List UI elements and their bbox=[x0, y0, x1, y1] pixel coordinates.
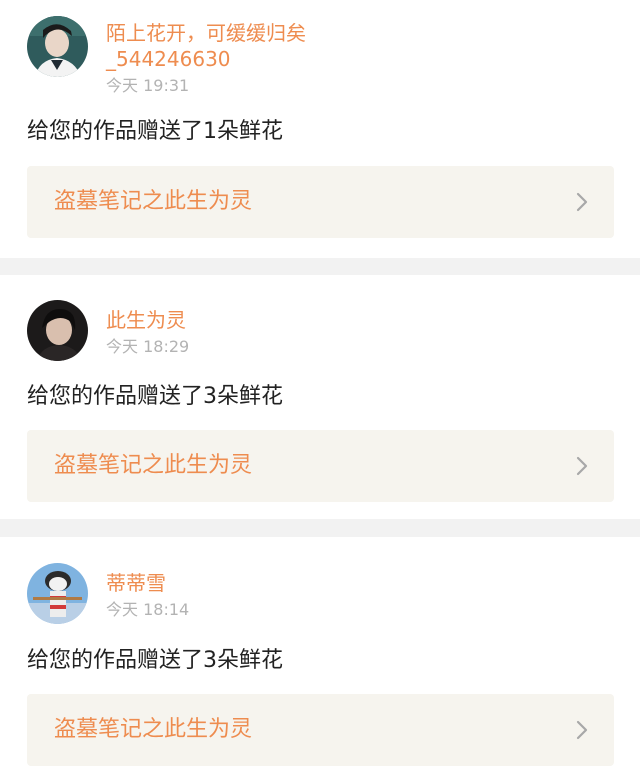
timestamp: 今天 18:14 bbox=[106, 600, 190, 619]
work-title: 盗墓笔记之此生为灵 bbox=[54, 717, 253, 742]
avatar[interactable] bbox=[27, 300, 88, 361]
user-avatar-icon bbox=[27, 16, 88, 77]
user-avatar-icon bbox=[27, 563, 88, 624]
work-link-button[interactable]: 盗墓笔记之此生为灵 bbox=[27, 166, 614, 238]
user-avatar-icon bbox=[27, 300, 88, 361]
timestamp: 今天 18:29 bbox=[106, 337, 190, 356]
chevron-right-icon bbox=[576, 192, 588, 212]
gift-message: 给您的作品赠送了1朵鲜花 bbox=[27, 119, 283, 144]
work-title: 盗墓笔记之此生为灵 bbox=[54, 453, 253, 478]
chevron-right-icon bbox=[576, 720, 588, 740]
username[interactable]: 蒂蒂雪 bbox=[106, 570, 366, 596]
notification-card: 蒂蒂雪 今天 18:14 给您的作品赠送了3朵鲜花 盗墓笔记之此生为灵 bbox=[0, 537, 640, 779]
work-link-button[interactable]: 盗墓笔记之此生为灵 bbox=[27, 430, 614, 502]
notification-card: 此生为灵 今天 18:29 给您的作品赠送了3朵鲜花 盗墓笔记之此生为灵 bbox=[0, 275, 640, 519]
username[interactable]: 陌上花开，可缓缓归矣 _544246630 bbox=[106, 20, 366, 72]
card-separator bbox=[0, 519, 640, 537]
avatar[interactable] bbox=[27, 563, 88, 624]
work-link-button[interactable]: 盗墓笔记之此生为灵 bbox=[27, 694, 614, 766]
avatar[interactable] bbox=[27, 16, 88, 77]
work-title: 盗墓笔记之此生为灵 bbox=[54, 189, 253, 214]
username[interactable]: 此生为灵 bbox=[106, 307, 366, 333]
chevron-right-icon bbox=[576, 456, 588, 476]
gift-message: 给您的作品赠送了3朵鲜花 bbox=[27, 648, 283, 673]
notification-feed: 陌上花开，可缓缓归矣 _544246630 今天 19:31 给您的作品赠送了1… bbox=[0, 0, 640, 779]
timestamp: 今天 19:31 bbox=[106, 76, 190, 95]
card-separator bbox=[0, 258, 640, 275]
gift-message: 给您的作品赠送了3朵鲜花 bbox=[27, 384, 283, 409]
notification-card: 陌上花开，可缓缓归矣 _544246630 今天 19:31 给您的作品赠送了1… bbox=[0, 0, 640, 258]
